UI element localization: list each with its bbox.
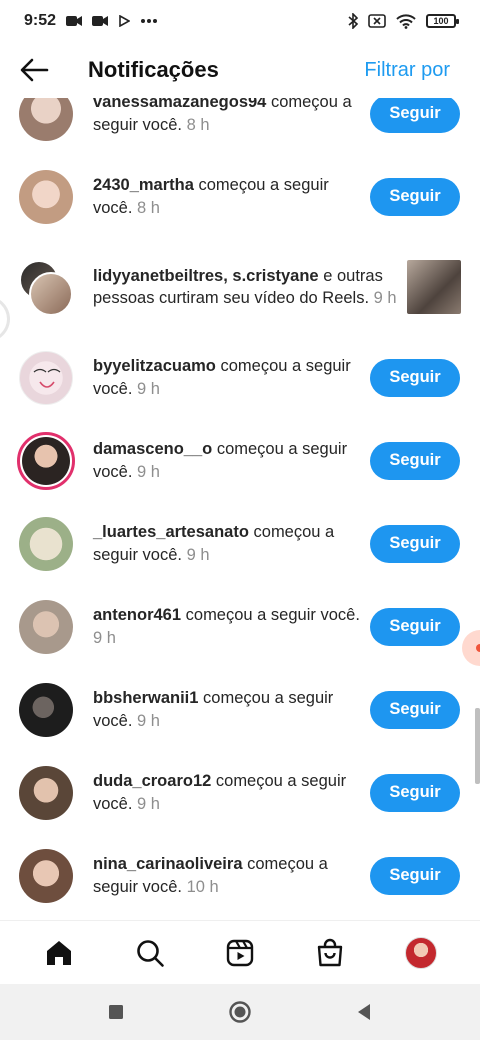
notifications-list-inner: vanessamazanegos94 começou a seguir você… bbox=[0, 98, 480, 917]
notification-text: bbsherwanii1 começou a seguir você. 9 h bbox=[93, 687, 370, 732]
home-circle-icon[interactable] bbox=[220, 992, 260, 1032]
notification-text: nina_carinaoliveira começou a seguir voc… bbox=[93, 853, 370, 898]
notification-row[interactable]: lidyyanetbeiltres, s.cristyane e outras … bbox=[0, 238, 480, 336]
username[interactable]: vanessamazanegos94 bbox=[93, 98, 266, 111]
follow-button[interactable]: Seguir bbox=[370, 690, 460, 729]
follow-button[interactable]: Seguir bbox=[370, 773, 460, 812]
recent-apps-icon[interactable] bbox=[96, 992, 136, 1032]
notification-row[interactable]: vanessamazanegos94 começou a seguir você… bbox=[0, 98, 480, 155]
username[interactable]: _luartes_artesanato bbox=[93, 523, 249, 541]
follow-button[interactable]: Seguir bbox=[370, 177, 460, 216]
follow-button[interactable]: Seguir bbox=[370, 358, 460, 397]
notification-time: 8 h bbox=[186, 115, 210, 134]
page-title: Notificações bbox=[88, 57, 219, 82]
username[interactable]: antenor461 bbox=[93, 606, 181, 624]
notification-time: 9 h bbox=[137, 794, 160, 813]
home-icon[interactable] bbox=[35, 929, 83, 977]
notification-row[interactable]: _luartes_artesanato começou a seguir voc… bbox=[0, 502, 480, 585]
notification-text: antenor461 começou a seguir você. 9 h bbox=[93, 604, 370, 649]
notification-text: vanessamazanegos94 começou a seguir você… bbox=[93, 98, 370, 136]
notification-text: _luartes_artesanato começou a seguir voc… bbox=[93, 521, 370, 566]
notification-time: 9 h bbox=[186, 545, 210, 564]
header: Notificações Filtrar por bbox=[0, 42, 480, 98]
avatar[interactable] bbox=[19, 848, 73, 903]
username[interactable]: damasceno__o bbox=[93, 440, 212, 458]
notification-row[interactable]: byyelitzacuamo começou a seguir você. 9 … bbox=[0, 336, 480, 419]
notification-row[interactable]: bbsherwanii1 começou a seguir você. 9 h … bbox=[0, 668, 480, 751]
notification-action: começou a seguir você. bbox=[185, 606, 360, 624]
notification-time: 9 h bbox=[93, 628, 116, 647]
notification-text: duda_croaro12 começou a seguir você. 9 h bbox=[93, 770, 370, 815]
reels-icon[interactable] bbox=[216, 929, 264, 977]
avatar-logo-icon bbox=[33, 368, 61, 388]
search-icon[interactable] bbox=[126, 929, 174, 977]
notification-time: 9 h bbox=[137, 711, 160, 730]
username[interactable]: nina_carinaoliveira bbox=[93, 855, 243, 873]
double-avatar[interactable] bbox=[19, 260, 73, 316]
notification-time: 9 h bbox=[373, 289, 397, 307]
notification-row[interactable]: damasceno__o começou a seguir você. 9 h … bbox=[0, 419, 480, 502]
username[interactable]: 2430_martha bbox=[93, 176, 194, 194]
filter-button[interactable]: Filtrar por bbox=[364, 59, 450, 82]
status-bar: 9:52 100 bbox=[0, 0, 480, 42]
profile-tab[interactable] bbox=[397, 929, 445, 977]
sim-off-icon bbox=[368, 14, 386, 28]
notifications-list[interactable]: vanessamazanegos94 começou a seguir você… bbox=[0, 98, 480, 920]
more-dots-icon bbox=[140, 18, 158, 24]
profile-avatar bbox=[404, 936, 437, 969]
notification-time: 10 h bbox=[186, 877, 219, 896]
follow-button[interactable]: Seguir bbox=[370, 98, 460, 133]
avatar[interactable] bbox=[19, 682, 73, 737]
follow-button[interactable]: Seguir bbox=[370, 524, 460, 563]
status-time: 9:52 bbox=[24, 12, 57, 29]
notification-time: 9 h bbox=[137, 379, 160, 398]
status-left: 9:52 bbox=[24, 12, 158, 30]
avatar[interactable] bbox=[19, 169, 73, 224]
username[interactable]: byyelitzacuamo bbox=[93, 357, 216, 375]
avatar[interactable] bbox=[19, 350, 73, 405]
follow-button[interactable]: Seguir bbox=[370, 607, 460, 646]
status-right: 100 bbox=[348, 13, 459, 29]
play-store-icon bbox=[118, 15, 131, 27]
notification-time: 8 h bbox=[137, 198, 160, 217]
username[interactable]: duda_croaro12 bbox=[93, 772, 211, 790]
system-nav-bar bbox=[0, 984, 480, 1040]
shop-icon[interactable] bbox=[306, 929, 354, 977]
back-arrow-icon[interactable] bbox=[14, 50, 54, 90]
bluetooth-icon bbox=[348, 13, 358, 29]
follow-button[interactable]: Seguir bbox=[370, 856, 460, 895]
avatar[interactable] bbox=[19, 599, 73, 654]
avatar[interactable] bbox=[19, 765, 73, 820]
video-camera-icon bbox=[92, 15, 109, 27]
avatar[interactable] bbox=[19, 98, 73, 141]
avatar bbox=[29, 272, 73, 316]
avatar[interactable] bbox=[19, 516, 73, 571]
notification-text: byyelitzacuamo começou a seguir você. 9 … bbox=[93, 355, 370, 400]
back-triangle-icon[interactable] bbox=[344, 992, 384, 1032]
notification-row[interactable]: antenor461 começou a seguir você. 9 h Se… bbox=[0, 585, 480, 668]
avatar-story[interactable] bbox=[17, 431, 75, 490]
notification-text: lidyyanetbeiltres, s.cristyane e outras … bbox=[93, 265, 407, 310]
reel-thumbnail[interactable] bbox=[407, 260, 461, 314]
avatar bbox=[22, 436, 70, 485]
battery-icon: 100 bbox=[426, 14, 459, 28]
record-dot bbox=[476, 644, 480, 652]
notification-text: damasceno__o começou a seguir você. 9 h bbox=[93, 438, 370, 483]
username[interactable]: bbsherwanii1 bbox=[93, 689, 198, 707]
video-camera-icon bbox=[66, 15, 83, 27]
notification-row[interactable]: nina_carinaoliveira começou a seguir voc… bbox=[0, 834, 480, 917]
wifi-icon bbox=[396, 13, 416, 29]
notification-row[interactable]: duda_croaro12 começou a seguir você. 9 h… bbox=[0, 751, 480, 834]
scrollbar[interactable] bbox=[475, 708, 480, 784]
follow-button[interactable]: Seguir bbox=[370, 441, 460, 480]
notification-time: 9 h bbox=[137, 462, 160, 481]
bottom-nav bbox=[0, 920, 480, 984]
username[interactable]: lidyyanetbeiltres, s.cristyane bbox=[93, 267, 319, 285]
notification-text: 2430_martha começou a seguir você. 8 h bbox=[93, 174, 370, 219]
notification-row[interactable]: 2430_martha começou a seguir você. 8 h S… bbox=[0, 155, 480, 238]
